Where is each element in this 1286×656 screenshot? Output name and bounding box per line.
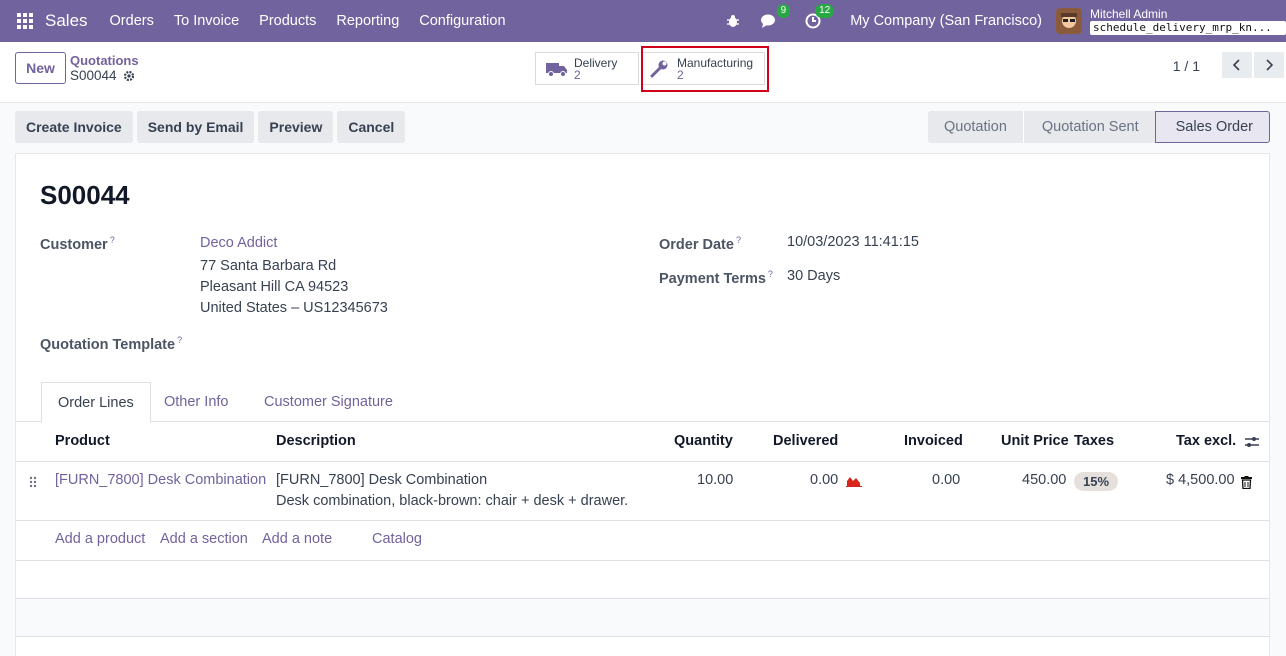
col-tax-excl[interactable]: Tax excl. <box>1176 433 1236 449</box>
quotation-template-label: Quotation Template? <box>40 335 183 353</box>
stage-quotation[interactable]: Quotation <box>928 111 1023 143</box>
forecast-chart-icon[interactable] <box>846 475 862 487</box>
action-bar: Create Invoice Send by Email Preview Can… <box>15 111 406 143</box>
customer-address-line1: 77 Santa Barbara Rd <box>200 258 337 274</box>
pager-previous-button[interactable] <box>1222 52 1252 78</box>
top-navbar: Sales Orders To Invoice Products Reporti… <box>0 0 1286 42</box>
stage-sales-order[interactable]: Sales Order <box>1154 111 1271 143</box>
manufacturing-highlight-box <box>641 46 769 92</box>
order-title: S00044 <box>40 180 130 210</box>
row-description-line2: Desk combination, black-brown: chair + d… <box>276 493 629 509</box>
user-avatar[interactable] <box>1056 8 1082 34</box>
debug-bug-icon[interactable] <box>722 10 744 32</box>
company-switcher[interactable]: My Company (San Francisco) <box>850 13 1042 29</box>
row-description-line1: [FURN_7800] Desk Combination <box>276 472 488 488</box>
add-product-link[interactable]: Add a product <box>55 531 145 547</box>
pager-next-button[interactable] <box>1254 52 1284 78</box>
truck-icon <box>546 59 570 79</box>
notebook-tabs: Order Lines Other Info Customer Signatur… <box>16 382 1269 423</box>
delivery-label: Delivery <box>574 55 618 70</box>
help-icon: ? <box>735 235 741 245</box>
create-invoice-button[interactable]: Create Invoice <box>15 111 133 143</box>
empty-row <box>16 599 1269 637</box>
activities-badge: 12 <box>815 4 835 18</box>
row-tax-badge[interactable]: 15% <box>1074 472 1119 491</box>
table-row[interactable]: [FURN_7800] Desk Combination [FURN_7800]… <box>16 462 1269 521</box>
add-note-link[interactable]: Add a note <box>262 531 332 547</box>
optional-columns-icon[interactable] <box>1244 435 1260 449</box>
tab-other-info[interactable]: Other Info <box>148 382 244 422</box>
user-name: Mitchell Admin <box>1090 7 1168 21</box>
row-quantity[interactable]: 10.00 <box>697 472 733 488</box>
status-bar: Quotation Quotation Sent Sales Order <box>928 111 1271 143</box>
menu-configuration[interactable]: Configuration <box>419 13 505 29</box>
apps-menu-icon[interactable] <box>17 13 33 29</box>
payment-terms-label: Payment Terms? <box>659 269 773 287</box>
chevron-left-icon <box>1233 59 1240 71</box>
send-by-email-button[interactable]: Send by Email <box>136 111 255 143</box>
trash-icon[interactable] <box>1241 476 1252 489</box>
order-lines-header: Product Description Quantity Delivered I… <box>16 422 1269 462</box>
breadcrumb-current: S00044 <box>70 68 139 83</box>
database-name: schedule_delivery_mrp_kn... <box>1090 21 1286 35</box>
customer-label: Customer? <box>40 235 115 253</box>
breadcrumb-quotations[interactable]: Quotations <box>70 53 139 68</box>
app-name[interactable]: Sales <box>45 11 88 31</box>
messages-badge: 9 <box>776 4 791 18</box>
cancel-button[interactable]: Cancel <box>337 111 406 143</box>
menu-orders[interactable]: Orders <box>110 13 154 29</box>
breadcrumb-current-label: S00044 <box>70 68 117 83</box>
drag-handle-icon[interactable] <box>29 476 37 488</box>
menu-reporting[interactable]: Reporting <box>336 13 399 29</box>
add-section-link[interactable]: Add a section <box>160 531 248 547</box>
help-icon: ? <box>177 335 183 345</box>
col-product[interactable]: Product <box>55 433 110 449</box>
col-description[interactable]: Description <box>276 433 356 449</box>
activities-clock-icon[interactable]: 12 <box>802 4 835 32</box>
add-line-row: Add a product Add a section Add a note C… <box>16 521 1269 561</box>
chevron-right-icon <box>1266 59 1273 71</box>
pager-value: 1 / 1 <box>1172 58 1200 74</box>
form-sheet: S00044 Customer? Deco Addict 77 Santa Ba… <box>15 153 1270 656</box>
stage-quotation-sent[interactable]: Quotation Sent <box>1022 111 1155 143</box>
order-date-value[interactable]: 10/03/2023 11:41:15 <box>787 232 919 253</box>
help-icon: ? <box>109 235 115 245</box>
help-icon: ? <box>767 269 773 279</box>
messages-icon[interactable]: 9 <box>758 4 791 32</box>
row-product[interactable]: [FURN_7800] Desk Combination <box>55 472 266 488</box>
tab-order-lines[interactable]: Order Lines <box>41 382 151 423</box>
col-delivered[interactable]: Delivered <box>773 433 838 449</box>
user-menu[interactable]: Mitchell Admin schedule_delivery_mrp_kn.… <box>1090 7 1286 35</box>
customer-address-line3: United States – US12345673 <box>200 300 388 316</box>
delivery-count: 2 <box>574 67 581 82</box>
menu-products[interactable]: Products <box>259 13 316 29</box>
customer-name-link[interactable]: Deco Addict <box>200 233 277 254</box>
preview-button[interactable]: Preview <box>258 111 334 143</box>
menu-to-invoice[interactable]: To Invoice <box>174 13 239 29</box>
delivery-smart-button[interactable]: Delivery 2 <box>535 52 639 85</box>
row-invoiced: 0.00 <box>932 472 961 488</box>
row-delivered: 0.00 <box>810 472 839 488</box>
breadcrumb: Quotations S00044 <box>70 53 139 83</box>
col-taxes[interactable]: Taxes <box>1074 433 1114 449</box>
new-button[interactable]: New <box>15 52 66 84</box>
row-subtotal: $ 4,500.00 <box>1166 472 1235 488</box>
empty-row <box>16 561 1269 599</box>
order-date-label: Order Date? <box>659 235 741 253</box>
customer-address-line2: Pleasant Hill CA 94523 <box>200 279 349 295</box>
row-unit-price[interactable]: 450.00 <box>1022 472 1066 488</box>
gear-icon[interactable] <box>123 70 135 82</box>
tab-customer-signature[interactable]: Customer Signature <box>248 382 409 422</box>
payment-terms-value[interactable]: 30 Days <box>787 266 840 287</box>
col-quantity[interactable]: Quantity <box>674 433 733 449</box>
col-unit-price[interactable]: Unit Price <box>1001 433 1069 449</box>
col-invoiced[interactable]: Invoiced <box>904 433 963 449</box>
catalog-link[interactable]: Catalog <box>372 531 422 547</box>
